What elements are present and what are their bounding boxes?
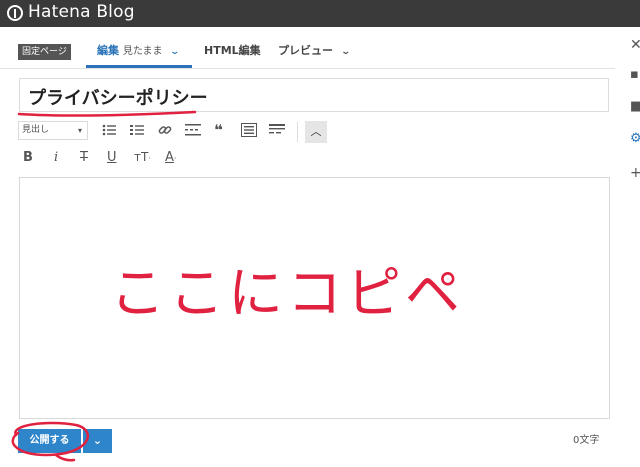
font-size-button[interactable]: тT·	[134, 150, 151, 164]
paste-here-annotation: ここにコピペ	[110, 261, 465, 325]
tab-edit-label: 編集	[97, 44, 119, 57]
tab-edit[interactable]: 編集 見たまま ⌄	[97, 42, 181, 58]
font-color-button[interactable]: A·	[165, 150, 176, 165]
hatena-logo-icon[interactable]	[7, 5, 23, 21]
font-size-label: тT	[134, 150, 149, 164]
title-input[interactable]: プライバシーポリシー	[19, 78, 609, 112]
chevron-up-icon: ︿	[310, 125, 322, 138]
app-logo-text[interactable]: Hatena Blog	[28, 2, 135, 22]
monitor-icon[interactable]: ▪	[630, 67, 639, 82]
format-select[interactable]: 見出し ▾	[18, 121, 88, 140]
tab-edit-mode: 見たまま	[122, 46, 163, 57]
bold-button[interactable]: B	[23, 150, 33, 165]
collapse-toolbar-button[interactable]: ︿	[305, 121, 327, 143]
strikethrough-button[interactable]: T	[80, 150, 88, 165]
italic-button[interactable]: i	[54, 150, 58, 165]
tab-html-edit[interactable]: HTML編集	[204, 42, 261, 58]
tab-preview-label: プレビュー	[278, 44, 333, 57]
right-sidebar: ✕ ▪ ■ ⚙ +	[628, 27, 640, 467]
caret-icon: ·	[173, 154, 177, 163]
character-count: 0文字	[573, 435, 600, 446]
caret-icon: ·	[148, 154, 151, 163]
chevron-down-icon[interactable]: ⌄	[340, 47, 351, 57]
top-bar: Hatena Blog	[0, 0, 640, 27]
format-select-value: 見出し	[22, 125, 50, 135]
tab-preview[interactable]: プレビュー ⌄	[278, 42, 351, 58]
gear-icon[interactable]: ⚙	[630, 131, 640, 146]
underline-button[interactable]: U	[107, 150, 117, 165]
table-of-contents-icon[interactable]	[241, 123, 257, 137]
font-color-label: A	[165, 150, 174, 165]
square-icon[interactable]: ■	[630, 99, 640, 114]
bulleted-list-icon[interactable]	[102, 123, 116, 137]
red-circle-annotation	[11, 421, 89, 462]
more-separator-icon[interactable]	[185, 123, 201, 137]
editor-tabs: 固定ページ 編集 見たまま ⌄ HTML編集 プレビュー ⌄	[0, 27, 615, 69]
select-arrow-icon: ▾	[77, 126, 82, 135]
close-icon[interactable]: ✕	[630, 37, 640, 53]
red-underline-annotation	[17, 110, 197, 117]
title-input-value: プライバシーポリシー	[28, 88, 208, 109]
link-icon[interactable]	[158, 123, 172, 137]
toolbar-divider	[297, 122, 298, 142]
plus-icon[interactable]: +	[630, 165, 640, 181]
active-tab-indicator	[86, 65, 192, 68]
editor-body[interactable]: ここにコピペ	[19, 177, 610, 419]
blockquote-icon[interactable]: ❝	[214, 121, 223, 139]
read-more-icon[interactable]	[269, 123, 285, 137]
page-type-badge: 固定ページ	[18, 44, 71, 60]
numbered-list-icon[interactable]	[130, 123, 144, 137]
chevron-down-icon[interactable]: ⌄	[170, 47, 181, 57]
